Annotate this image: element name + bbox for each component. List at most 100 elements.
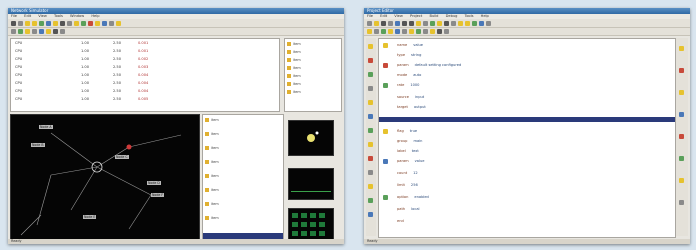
toolbar-button-icon[interactable] <box>395 20 400 26</box>
tool-icon[interactable] <box>679 156 684 161</box>
table-row[interactable]: CPU 1.00 2.50 0.005 <box>13 95 277 103</box>
tool-icon[interactable] <box>679 178 684 183</box>
tool-icon[interactable] <box>679 68 684 73</box>
table-row[interactable]: CPU 1.00 2.50 0.003 <box>13 63 277 71</box>
toolbar-button-icon[interactable] <box>116 20 121 26</box>
toolbar-button-icon[interactable] <box>444 29 449 34</box>
menu-tools[interactable]: Tools <box>54 14 63 18</box>
toolbar-button-icon[interactable] <box>109 20 114 26</box>
code-line[interactable]: flag true <box>397 127 671 136</box>
tool-icon[interactable] <box>368 170 373 175</box>
toolbar-button-icon[interactable] <box>430 29 435 34</box>
list-item[interactable]: item <box>205 173 281 180</box>
toolbar-button-icon[interactable] <box>102 20 107 26</box>
menu-edit[interactable]: Edit <box>380 14 387 18</box>
toolbar-button-icon[interactable] <box>458 20 463 26</box>
table-row[interactable]: CPU 1.00 2.50 0.004 <box>13 71 277 79</box>
toolbar-button-icon[interactable] <box>402 20 407 26</box>
toolbar-button-icon[interactable] <box>416 29 421 34</box>
menu-project[interactable]: Project <box>410 14 422 18</box>
toolbar-button-icon[interactable] <box>32 29 37 34</box>
toolbar-button-icon[interactable] <box>409 29 414 34</box>
breakpoint-icon[interactable] <box>383 129 388 134</box>
diagram-node-label[interactable]: Node E <box>83 215 97 219</box>
toolbar-button-icon[interactable] <box>486 20 491 26</box>
toolbar-button-icon[interactable] <box>388 20 393 26</box>
code-line[interactable]: option enabled <box>397 193 671 202</box>
toolbar-button-icon[interactable] <box>402 29 407 34</box>
toolbar-button-icon[interactable] <box>423 29 428 34</box>
menu-help[interactable]: Help <box>91 14 99 18</box>
toolbar-button-icon[interactable] <box>53 29 58 34</box>
table-row[interactable]: CPU 1.00 2.50 0.004 <box>13 87 277 95</box>
code-line[interactable]: path local <box>397 205 671 214</box>
tree-item[interactable]: item <box>287 89 339 96</box>
tool-icon[interactable] <box>679 90 684 95</box>
toolbar-button-icon[interactable] <box>374 29 379 34</box>
diagram-node-label[interactable]: Node C <box>115 155 129 159</box>
tool-icon[interactable] <box>368 142 373 147</box>
tool-icon[interactable] <box>368 100 373 105</box>
toolbar-button-icon[interactable] <box>11 29 16 34</box>
code-line[interactable]: mode auto <box>397 71 671 80</box>
toolbar-button-icon[interactable] <box>472 20 477 26</box>
list-item[interactable]: item <box>205 159 281 166</box>
toolbar-button-icon[interactable] <box>32 20 37 26</box>
breakpoint-icon[interactable] <box>383 63 388 68</box>
code-line[interactable]: rate 1000 <box>397 81 671 90</box>
network-diagram-canvas[interactable]: Node A Node B Node C Node D Node E Node … <box>10 114 200 242</box>
tool-icon[interactable] <box>679 134 684 139</box>
diagram-node-label[interactable]: Node A <box>39 125 53 129</box>
tree-item[interactable]: item <box>287 57 339 64</box>
toolbar-button-icon[interactable] <box>367 20 372 26</box>
tool-icon[interactable] <box>368 58 373 63</box>
code-line[interactable]: type string <box>397 51 671 60</box>
code-line[interactable]: source input <box>397 93 671 102</box>
editor-panel[interactable]: name value type string param default settin… <box>378 38 676 238</box>
code-line[interactable]: param default setting configured <box>397 61 671 70</box>
toolbar-button-icon[interactable] <box>95 20 100 26</box>
tool-icon[interactable] <box>368 86 373 91</box>
code-line[interactable]: name value <box>397 41 671 50</box>
tool-icon[interactable] <box>368 72 373 77</box>
toolbar-button-icon[interactable] <box>74 20 79 26</box>
toolbar-button-icon[interactable] <box>479 20 484 26</box>
table-row[interactable]: CPU 1.00 2.50 0.001 <box>13 47 277 55</box>
toolbar-button-icon[interactable] <box>374 20 379 26</box>
toolbar-button-icon[interactable] <box>409 20 414 26</box>
tool-icon[interactable] <box>368 128 373 133</box>
menu-edit[interactable]: Edit <box>24 14 31 18</box>
toolbar-button-icon[interactable] <box>11 20 16 26</box>
list-item[interactable]: item <box>205 117 281 124</box>
list-item[interactable]: item <box>205 145 281 152</box>
toolbar-button-icon[interactable] <box>67 20 72 26</box>
preview-viewport-2[interactable] <box>288 168 334 200</box>
toolbar-button-icon[interactable] <box>388 29 393 34</box>
breakpoint-icon[interactable] <box>383 195 388 200</box>
toolbar-button-icon[interactable] <box>437 20 442 26</box>
toolbar-button-icon[interactable] <box>423 20 428 26</box>
table-row[interactable]: CPU 1.00 2.50 0.001 <box>13 39 277 47</box>
toolbar-button-icon[interactable] <box>416 20 421 26</box>
code-line[interactable]: limit 256 <box>397 181 671 190</box>
code-line[interactable]: count 12 <box>397 169 671 178</box>
tree-item[interactable]: item <box>287 73 339 80</box>
tree-item[interactable]: item <box>287 41 339 48</box>
list-item[interactable]: item <box>205 131 281 138</box>
diagram-node-label[interactable]: Node B <box>31 143 45 147</box>
menu-file[interactable]: File <box>11 14 17 18</box>
list-item[interactable]: item <box>205 215 281 222</box>
toolbar-button-icon[interactable] <box>46 20 51 26</box>
tool-icon[interactable] <box>368 198 373 203</box>
toolbar-button-icon[interactable] <box>18 20 23 26</box>
code-line[interactable]: param value <box>397 157 671 166</box>
toolbar-button-icon[interactable] <box>39 29 44 34</box>
toolbar-button-icon[interactable] <box>25 20 30 26</box>
toolbar-button-icon[interactable] <box>381 29 386 34</box>
menu-tools[interactable]: Tools <box>465 14 474 18</box>
toolbar-button-icon[interactable] <box>444 20 449 26</box>
tool-icon[interactable] <box>368 212 373 217</box>
tool-icon[interactable] <box>679 112 684 117</box>
table-row[interactable]: CPU 1.00 2.50 0.004 <box>13 79 277 87</box>
menu-file[interactable]: File <box>367 14 373 18</box>
